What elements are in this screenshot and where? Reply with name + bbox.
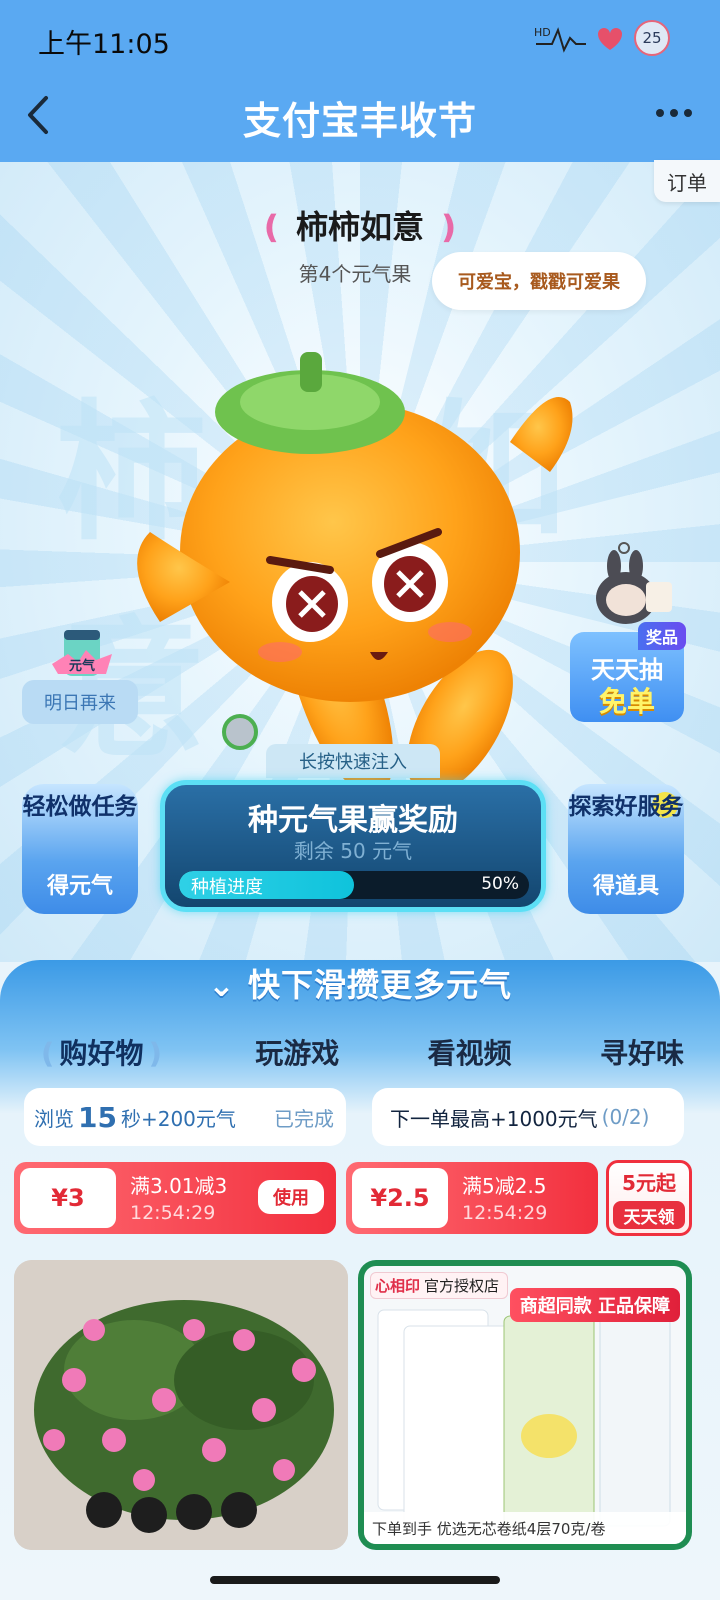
status-icons: HD 25 — [534, 20, 670, 56]
brand-logo: 心相印 — [375, 1277, 421, 1295]
coupon-timer: 12:54:29 — [462, 1202, 548, 1224]
tab-shopping[interactable]: ❪购好物❫ — [30, 1032, 173, 1072]
panel-title-text: 快下滑攒更多元气 — [247, 966, 512, 1004]
heart-rate-icon: HD — [534, 26, 622, 53]
long-press-tip: 长按快速注入 — [266, 744, 440, 778]
tasks-panel: ⌄ 快下滑攒更多元气 ❪购好物❫ 玩游戏 看视频 寻好味 浏览 15 秒+200… — [0, 960, 720, 1600]
product-card-tissue[interactable]: 心相印 官方授权店 商超同款 正品保障 下单到手 优选无芯卷纸4层70克/卷 — [358, 1260, 692, 1550]
tab-food[interactable]: 寻好味 — [594, 1032, 690, 1072]
category-tabs: ❪购好物❫ 玩游戏 看视频 寻好味 — [30, 1032, 690, 1072]
authorized-store-badge: 心相印 官方授权店 — [370, 1272, 509, 1299]
fruit-name: ❪ 柿柿如意 ❫ — [258, 208, 462, 246]
coupon-condition: 满3.01减3 — [130, 1174, 228, 1198]
coupon-amount: ¥2.5 — [352, 1168, 448, 1228]
explore-services-sub: 得道具 — [592, 874, 659, 899]
plant-fruit-card[interactable]: 种元气果赢奖励 剩余 50 元气 种植进度 50% — [160, 780, 546, 912]
browse-task[interactable]: 浏览 15 秒+200元气 已完成 — [24, 1088, 346, 1146]
do-tasks-sub: 得元气 — [46, 874, 113, 899]
panel-title: ⌄ 快下滑攒更多元气 — [0, 960, 720, 1006]
do-tasks-title: 轻松做任务 — [22, 794, 138, 820]
tab-games[interactable]: 玩游戏 — [249, 1032, 345, 1072]
coupon-amount: ¥3 — [20, 1168, 116, 1228]
remaining-energy: 剩余 50 元气 — [293, 839, 413, 863]
order-task[interactable]: 下一单最高+1000元气 (0/2) — [372, 1088, 684, 1146]
browse-seconds: 15 — [78, 1100, 117, 1134]
planting-progress-bar: 种植进度 50% — [179, 871, 529, 899]
coupon-timer: 12:54:29 — [130, 1202, 216, 1224]
more-options-icon[interactable] — [654, 106, 694, 120]
tab-videos[interactable]: 看视频 — [422, 1032, 518, 1072]
plant-card-title: 种元气果赢奖励 — [248, 803, 458, 838]
use-coupon-button[interactable]: 使用 — [258, 1180, 324, 1214]
product-footer: 下单到手 优选无芯卷纸4层70克/卷 — [364, 1512, 686, 1544]
fruit-name-text: 柿柿如意 — [295, 208, 424, 246]
energy-can-label: 元气 — [69, 658, 95, 674]
daily-lottery-entry[interactable]: 奖品 天天抽 免单 — [570, 542, 686, 726]
tomorrow-reward[interactable]: 元气 明日再来 — [22, 624, 138, 724]
hr-label: HD — [534, 26, 551, 39]
explore-services-title: 探索好服务 — [568, 794, 684, 820]
progress-value: 50% — [481, 874, 519, 894]
promo-ribbon: 商超同款 正品保障 — [509, 1288, 680, 1322]
coupon-card[interactable]: ¥2.5 满5减2.5 12:54:29 — [346, 1162, 598, 1234]
prize-badge: 奖品 — [637, 622, 686, 650]
battery-indicator: 25 — [634, 20, 670, 56]
browse-suffix: 秒+200元气 — [120, 1106, 236, 1131]
explore-services-card[interactable]: ↙ 探索好服务 得道具 — [568, 784, 684, 914]
order-task-count: (0/2) — [601, 1105, 650, 1129]
coupon-card[interactable]: ¥3 满3.01减3 12:54:29 使用 — [14, 1162, 336, 1234]
lottery-line2: 免单 — [598, 685, 655, 718]
energy-can-icon: 元气 — [52, 630, 112, 676]
home-indicator[interactable] — [210, 1576, 500, 1584]
product-card-flower[interactable] — [14, 1260, 348, 1550]
product-image-area: 心相印 官方授权店 商超同款 正品保障 下单到手 优选无芯卷纸4层70克/卷 — [364, 1266, 686, 1544]
do-tasks-card[interactable]: 轻松做任务 得元气 — [22, 784, 138, 914]
authorized-store-text: 官方授权店 — [424, 1277, 500, 1295]
double-chevron-icon: ⌄ — [208, 966, 248, 1004]
fuchsia-plant-image — [14, 1260, 348, 1550]
browse-status: 已完成 — [274, 1106, 334, 1131]
orders-tab[interactable]: 订单 — [654, 160, 720, 202]
daily-coupon-button[interactable]: 5元起 天天领 — [606, 1160, 692, 1236]
coupon-condition: 满5减2.5 — [462, 1174, 547, 1198]
tomorrow-label: 明日再来 — [22, 680, 138, 724]
order-task-text: 下一单最高+1000元气 — [390, 1106, 598, 1131]
browse-prefix: 浏览 — [34, 1106, 74, 1131]
daily-coupon-top: 5元起 — [622, 1171, 676, 1195]
page-title: 支付宝丰收节 — [242, 99, 477, 143]
daily-coupon-bottom: 天天领 — [613, 1201, 685, 1229]
hero-section: 柿柿如意 ❪ 柿柿如意 ❫ 第4个元气果 可爱宝，戳戳可爱果 — [0, 162, 720, 962]
status-time: 上午11:05 — [38, 29, 170, 60]
progress-label: 种植进度 — [191, 877, 263, 898]
app-header: 上午11:05 HD 25 支付宝丰收节 — [0, 0, 720, 162]
